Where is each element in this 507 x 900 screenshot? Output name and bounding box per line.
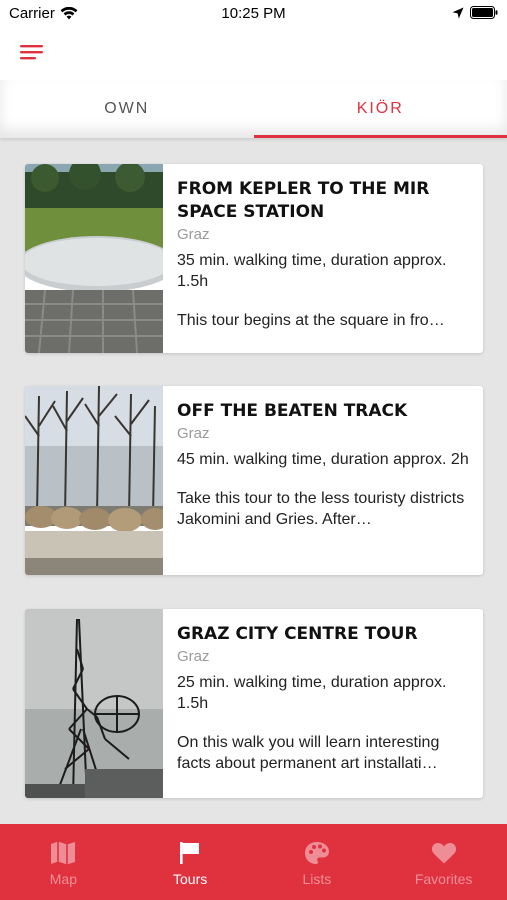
location-arrow-icon: [452, 7, 464, 18]
menu-button[interactable]: [20, 42, 46, 64]
nav-favorites[interactable]: Favorites: [380, 824, 507, 900]
tour-title: GRAZ CITY CENTRE TOUR: [177, 624, 418, 644]
status-bar: Carrier 10:25 PM: [0, 0, 507, 30]
tour-card-body: OFF THE BEATEN TRACK Graz 45 min. walkin…: [177, 400, 473, 530]
tour-title: FROM KEPLER TO THE MIR SPACE STATION: [177, 179, 430, 222]
tour-card-beaten-track[interactable]: OFF THE BEATEN TRACK Graz 45 min. walkin…: [25, 386, 483, 575]
tour-description: On this walk you will learn interesting …: [177, 734, 440, 772]
tour-city: Graz: [177, 425, 210, 442]
app-header: [0, 30, 507, 80]
nav-lists[interactable]: Lists: [254, 824, 381, 900]
battery-icon: [470, 6, 498, 19]
status-right: [452, 6, 498, 19]
tab-own-label: OWN: [104, 100, 150, 117]
palette-icon: [304, 842, 329, 864]
tour-source-tabs: OWN KIÖR: [0, 80, 507, 138]
nav-tours-label: Tours: [173, 871, 208, 887]
tour-city: Graz: [177, 226, 210, 243]
tour-card-kepler[interactable]: FROM KEPLER TO THE MIR SPACE STATION Gra…: [25, 164, 483, 353]
tour-duration: 25 min. walking time, duration approx. 1…: [177, 674, 447, 712]
tour-card-body: GRAZ CITY CENTRE TOUR Graz 25 min. walki…: [177, 623, 473, 774]
tour-description: Take this tour to the less touristy dist…: [177, 490, 465, 528]
tab-kior[interactable]: KIÖR: [253, 80, 507, 138]
nav-favorites-label: Favorites: [414, 871, 473, 887]
tour-thumbnail: [25, 609, 163, 798]
map-icon: [51, 841, 76, 865]
tour-title: OFF THE BEATEN TRACK: [177, 401, 408, 421]
status-time: 10:25 PM: [221, 5, 286, 22]
tour-card-body: FROM KEPLER TO THE MIR SPACE STATION Gra…: [177, 178, 473, 331]
heart-icon: [431, 842, 456, 864]
nav-lists-label: Lists: [302, 871, 332, 887]
nav-map[interactable]: Map: [0, 824, 127, 900]
bottom-tab-bar: Map Tours Lists Favorites: [0, 824, 507, 900]
tour-description: This tour begins at the square in fro…: [177, 312, 445, 329]
nav-tours[interactable]: Tours: [127, 824, 254, 900]
hamburger-menu-icon: [20, 45, 43, 60]
tour-city: Graz: [177, 648, 210, 665]
tour-duration: 45 min. walking time, duration approx. 2…: [177, 451, 469, 468]
flag-icon: [180, 842, 200, 864]
tab-kior-label: KIÖR: [356, 100, 404, 117]
tour-thumbnail: [25, 164, 163, 353]
app-screen: Carrier 10:25 PM OWN KIÖR FROM KEPLER TO…: [0, 0, 507, 900]
tab-own[interactable]: OWN: [0, 80, 254, 138]
tour-list[interactable]: FROM KEPLER TO THE MIR SPACE STATION Gra…: [0, 138, 507, 824]
nav-map-label: Map: [49, 871, 77, 887]
tour-card-city-centre[interactable]: GRAZ CITY CENTRE TOUR Graz 25 min. walki…: [25, 609, 483, 798]
tour-duration: 35 min. walking time, duration approx. 1…: [177, 252, 447, 290]
tour-thumbnail: [25, 386, 163, 575]
